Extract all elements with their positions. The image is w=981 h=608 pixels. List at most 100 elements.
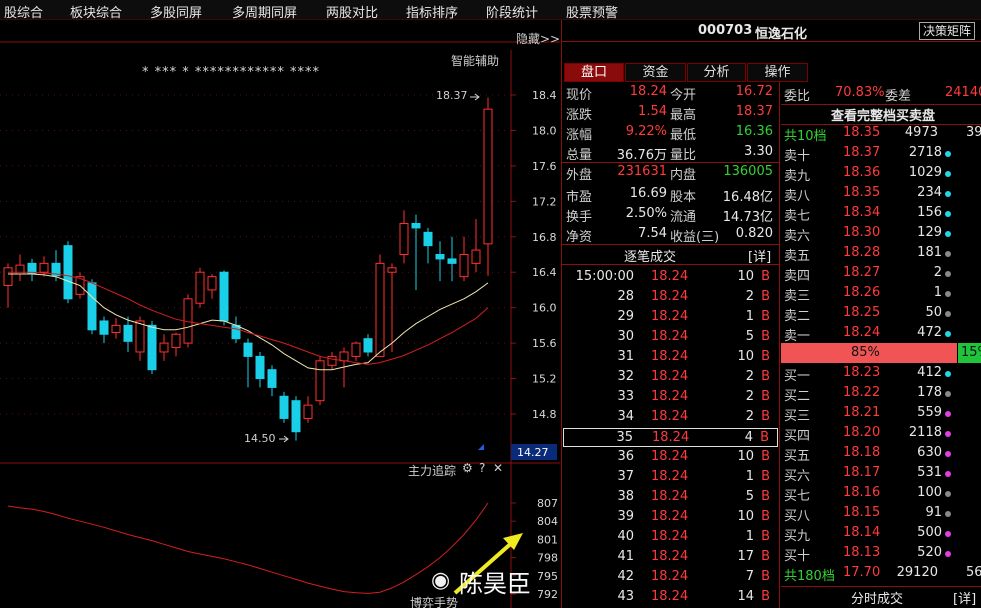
trade-row[interactable]: 35 18.24 4 B — [563, 428, 778, 447]
sell-level-price: 18.24 — [843, 325, 881, 340]
price-axis-label: 14.8 — [532, 408, 557, 421]
trade-cell: 7 — [745, 569, 754, 584]
quote-value: 16.72 — [735, 84, 773, 99]
menu-item-multi-stock[interactable]: 多股同屏 — [150, 2, 202, 21]
sell-level-volume: 234 — [917, 185, 942, 200]
trade-cell: 4 — [744, 430, 753, 445]
level-dot — [945, 331, 951, 337]
trade-row[interactable]: 15:00:00 18.24 10 B — [563, 268, 778, 287]
time-trade-detail-link[interactable]: [详] — [953, 588, 976, 607]
level-dot — [945, 451, 951, 457]
stock-name: 恒逸石化 — [755, 27, 808, 42]
trade-row[interactable]: 28 18.24 2 B — [563, 288, 778, 307]
buy-level-price: 18.20 — [843, 425, 881, 440]
trade-cell: 18.24 — [651, 549, 689, 564]
trade-cell: 18.24 — [652, 430, 690, 445]
candle-body — [87, 282, 97, 331]
buy-level-label: 买一 — [784, 369, 811, 384]
trade-row[interactable]: 36 18.24 10 B — [563, 448, 778, 467]
kline-chart[interactable]: 18.4 18.0 17.6 17.2 16.8 16.4 16.0 15.6 15.2 14.8… — [0, 20, 560, 608]
trade-cell: 18.24 — [651, 469, 689, 484]
trade-row[interactable]: 37 18.24 1 B — [563, 468, 778, 487]
trade-row[interactable]: 30 18.24 5 B — [563, 328, 778, 347]
quote-label: 今开 — [670, 88, 697, 103]
trade-cell: 34 — [617, 409, 634, 424]
sell-level-volume: 2718 — [908, 145, 942, 160]
level-dot — [945, 251, 951, 257]
trade-cell: 29 — [617, 309, 634, 324]
sub-axis-label: 804 — [537, 515, 558, 528]
candle-body — [303, 404, 313, 419]
sell-level-label: 卖六 — [784, 229, 811, 244]
menu-item-stock-overview[interactable]: 股综合 — [4, 2, 43, 21]
trade-cell: 18.24 — [651, 349, 689, 364]
trade-cell: 40 — [617, 529, 634, 544]
trade-row[interactable]: 42 18.24 7 B — [563, 568, 778, 587]
gear-icon[interactable]: ⚙ — [462, 461, 473, 475]
order-book[interactable]: 委比 70.83%委差 24140 查看完整档买卖盘共10档 18.35 4973 39 卖十… — [781, 82, 981, 608]
quote-label: 涨幅 — [566, 128, 593, 143]
candle-body — [111, 324, 121, 333]
trade-row[interactable]: 32 18.24 2 B — [563, 368, 778, 387]
full-book-link[interactable]: 查看完整档买卖盘 — [831, 105, 935, 124]
candle-body — [267, 369, 277, 388]
price-axis-label: 18.4 — [532, 89, 557, 102]
tab-handicap[interactable]: 盘口 — [564, 63, 624, 82]
menu-item-multi-period[interactable]: 多周期同屏 — [232, 2, 297, 21]
trade-cell: B — [761, 509, 770, 524]
kline-chart-panel[interactable]: 18.4 18.0 17.6 17.2 16.8 16.4 16.0 15.6 15.2 14.8… — [0, 20, 560, 608]
tab-operation[interactable]: 操作 — [747, 63, 808, 82]
trade-row[interactable]: 38 18.24 5 B — [563, 488, 778, 507]
trade-row[interactable]: 40 18.24 1 B — [563, 528, 778, 547]
level-dot — [945, 191, 951, 197]
candle-body — [159, 342, 169, 353]
buy-level-label: 买六 — [784, 469, 811, 484]
trade-cell: 15:00:00 — [575, 269, 634, 284]
trade-row[interactable]: 33 18.24 2 B — [563, 388, 778, 407]
trade-detail-link[interactable]: [详] — [748, 246, 771, 265]
sub-chart-title: 主力追踪 — [408, 464, 457, 478]
sub-axis-label: 798 — [537, 552, 558, 565]
hide-panel-button[interactable]: 隐藏>> — [516, 30, 560, 47]
trade-list[interactable]: 15:00:00 18.24 10 B 28 18.24 2 B 29 18.24 1 B 30 18.2… — [562, 268, 779, 608]
trade-cell: B — [761, 409, 770, 424]
candle-body — [231, 324, 241, 340]
trade-row[interactable]: 34 18.24 2 B — [563, 408, 778, 427]
candle-body — [147, 324, 157, 371]
trade-row[interactable]: 43 18.24 14 B — [563, 588, 778, 607]
close-icon[interactable]: ✕ — [493, 461, 503, 475]
tab-analysis[interactable]: 分析 — [687, 63, 746, 82]
candle-body — [435, 254, 445, 260]
decision-matrix-button[interactable]: 决策矩阵 — [919, 22, 976, 40]
buy-level-price: 18.13 — [843, 545, 881, 560]
menu-item-indicator-sort[interactable]: 指标排序 — [406, 2, 458, 21]
trade-row[interactable]: 39 18.24 10 B — [563, 508, 778, 527]
price-axis-label: 15.2 — [532, 373, 557, 386]
quote-label: 流通 — [670, 210, 697, 225]
trade-cell: 18.24 — [651, 309, 689, 324]
trade-row[interactable]: 31 18.24 10 B — [563, 348, 778, 367]
trade-cell: 33 — [617, 389, 634, 404]
sell-level-volume: 2 — [933, 265, 942, 280]
sell-level-price: 18.36 — [843, 165, 881, 180]
candle-body — [399, 222, 409, 256]
menu-item-sector-overview[interactable]: 板块综合 — [70, 2, 122, 21]
trade-cell: B — [761, 569, 770, 584]
sell-level-price: 18.34 — [843, 205, 881, 220]
help-icon[interactable]: ? — [479, 461, 485, 475]
level-dot — [945, 411, 951, 417]
sell-level-volume: 1029 — [908, 165, 942, 180]
buy-level-price: 18.15 — [843, 505, 881, 520]
candle-body — [135, 320, 145, 353]
trade-row[interactable]: 41 18.24 17 B — [563, 548, 778, 567]
trade-cell: 43 — [617, 589, 634, 604]
menu-item-stock-alert[interactable]: 股票预警 — [566, 2, 618, 21]
trade-row[interactable]: 29 18.24 1 B — [563, 308, 778, 327]
trade-cell: 14 — [737, 589, 754, 604]
tab-funds[interactable]: 资金 — [625, 63, 686, 82]
smart-assist-label[interactable]: 智能辅助 — [451, 52, 499, 69]
column-divider — [779, 82, 780, 608]
quote-value: 16.48亿 — [722, 190, 773, 205]
menu-item-compare[interactable]: 两股对比 — [326, 2, 378, 21]
menu-item-stage-stats[interactable]: 阶段统计 — [486, 2, 538, 21]
